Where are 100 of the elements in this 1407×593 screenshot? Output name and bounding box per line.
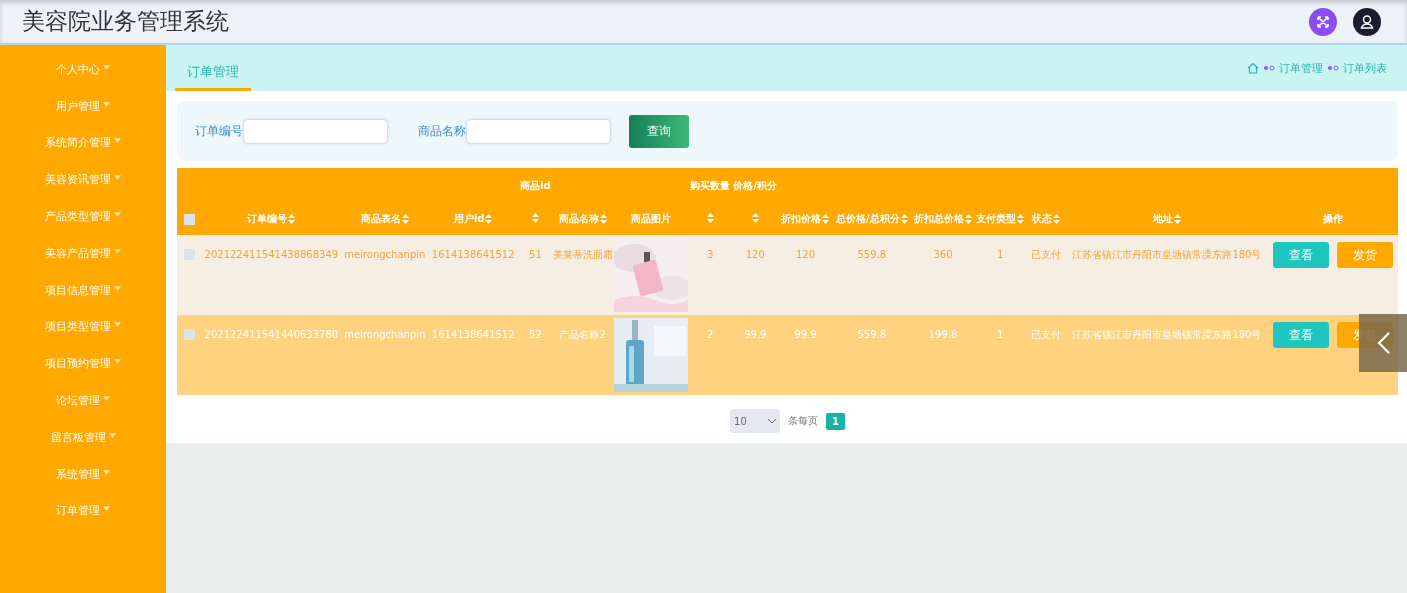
sort-icon[interactable] (965, 214, 973, 224)
column-header[interactable]: 支付类型 (976, 212, 1017, 226)
table-cell-text: 已支付 (1031, 328, 1062, 342)
action-button[interactable]: 查看 (1272, 322, 1329, 348)
table-cell-text: 江苏省镇江市丹阳市皇塘镇常溧东路180号 (1072, 248, 1262, 262)
sort-icon[interactable] (288, 214, 296, 224)
caret-icon (114, 212, 121, 218)
action-button[interactable]: 发货 (1336, 242, 1393, 268)
sort-icon[interactable] (599, 214, 607, 224)
table-row[interactable]: 202122411541438868349 meirongchanpin 1614138641512 51 美莱蒂洗面霜 3 120 120 559.8 360 1 已支付 江苏省镇江市丹阳市皇塘镇常溧东路180号 查看 发货 (177, 235, 1398, 315)
sidebar-item[interactable]: 美容产品管理 (0, 235, 166, 272)
column-header[interactable]: 商品图片 (630, 212, 671, 226)
separator-icon (1327, 65, 1339, 71)
separator-icon (1263, 65, 1275, 71)
sidebar-item[interactable]: 产品类型管理 (0, 198, 166, 235)
sort-icon[interactable] (706, 213, 714, 223)
fullscreen-icon[interactable] (1309, 7, 1337, 36)
column-header[interactable]: 折扣价格 (781, 212, 822, 226)
table-cell-text: 3 (706, 248, 714, 262)
sort-icon[interactable] (822, 214, 830, 224)
column-header[interactable]: 总价格/总积分 (835, 212, 900, 226)
table-cell-text: 199.8 (928, 328, 958, 342)
row-checkbox[interactable] (183, 329, 195, 340)
table-cell-text: 52 (529, 328, 542, 342)
sidebar-item[interactable]: 论坛管理 (0, 382, 166, 419)
column-header: 价格/积分 (733, 179, 778, 191)
column-header[interactable]: 地址 (1152, 212, 1173, 226)
column-header[interactable]: 折扣总价格 (914, 212, 965, 226)
sidebar-item[interactable]: 留言板管理 (0, 418, 166, 456)
sidebar-item[interactable]: 订单管理 (0, 492, 166, 530)
table-cell-text: 120 (795, 248, 816, 262)
sidebar-item[interactable]: 个人中心 (0, 51, 166, 88)
sidebar-item[interactable]: 美容资讯管理 (0, 161, 166, 199)
home-icon[interactable] (1247, 62, 1259, 74)
action-button[interactable]: 查看 (1272, 242, 1329, 268)
table-cell-text: 51 (529, 248, 542, 262)
column-header[interactable]: 商品表名 (360, 212, 401, 226)
breadcrumb-link[interactable]: 订单列表 (1343, 60, 1387, 76)
table-cell-text: 已支付 (1031, 248, 1062, 262)
input-field[interactable] (466, 118, 611, 144)
table-cell-text: meirongchanpin (344, 328, 426, 342)
row-checkbox[interactable] (183, 249, 195, 260)
sort-icon[interactable] (900, 214, 908, 224)
caret-icon (114, 322, 121, 328)
table-cell-text: 1 (997, 328, 1004, 342)
sort-icon[interactable] (1173, 214, 1181, 224)
table-cell-text: 202122411541440633780 (204, 328, 339, 342)
sort-icon[interactable] (1053, 214, 1061, 224)
caret-icon (114, 359, 121, 365)
sidebar-item[interactable]: 项目预约管理 (0, 345, 166, 383)
table-cell-text: 美莱蒂洗面霜 (552, 248, 613, 262)
sort-icon[interactable] (485, 214, 493, 224)
chevron-down-icon (768, 418, 776, 424)
column-header[interactable]: 商品名称 (558, 212, 599, 226)
breadcrumb-link[interactable]: 订单管理 (1279, 60, 1323, 76)
sort-icon[interactable] (751, 213, 759, 223)
sort-icon[interactable] (401, 214, 409, 224)
sidebar-item[interactable]: 用户管理 (0, 87, 166, 125)
input-field[interactable] (243, 118, 388, 144)
sort-icon[interactable] (531, 213, 539, 223)
select-all-checkbox[interactable] (183, 213, 195, 225)
sidebar-item[interactable]: 系统管理 (0, 455, 166, 493)
column-header[interactable]: 用户id (453, 212, 485, 226)
page-number[interactable]: 1 (826, 412, 845, 430)
caret-icon (103, 396, 110, 402)
table-cell-text: meirongchanpin (344, 248, 426, 262)
field-label: 商品名称 (418, 122, 466, 140)
table-cell-text: 1614138641512 (431, 328, 515, 342)
table-cell-text: 1 (997, 248, 1004, 262)
column-header: 购买数量 (690, 179, 731, 191)
caret-icon (114, 248, 121, 254)
table-cell-text: 江苏省镇江市丹阳市皇塘镇常溧东路180号 (1072, 328, 1262, 342)
table-cell-text: 99.9 (794, 328, 817, 342)
app-title: 美容院业务管理系统 (22, 7, 229, 36)
table-cell-text: 120 (745, 248, 765, 262)
column-header: 商品id (520, 179, 551, 191)
column-header[interactable]: 状态 (1032, 212, 1053, 226)
caret-icon (108, 432, 116, 438)
column-header[interactable]: 操作 (1322, 212, 1343, 226)
caret-icon (103, 469, 110, 475)
sidebar-item[interactable]: 项目类型管理 (0, 308, 166, 346)
page-size-label: 条每页 (788, 414, 818, 428)
table-cell-text: 202122411541438868349 (204, 248, 339, 262)
caret-icon (103, 101, 110, 107)
column-header[interactable]: 订单编号 (247, 212, 288, 226)
table-cell-text: 360 (933, 248, 953, 262)
field-label: 订单编号 (195, 122, 243, 140)
table-cell-text: 99.9 (744, 328, 767, 342)
table-cell-text: 产品名称2 (559, 328, 606, 342)
sidebar-item[interactable]: 系统简介管理 (0, 124, 166, 162)
user-avatar-icon[interactable] (1353, 7, 1381, 36)
page-size-select[interactable]: 10 (730, 409, 780, 433)
caret-icon (114, 175, 121, 181)
sort-icon[interactable] (1017, 214, 1025, 224)
caret-icon (114, 138, 121, 144)
sidebar-item[interactable]: 项目信息管理 (0, 271, 166, 309)
search-button[interactable]: 查询 (629, 114, 689, 148)
tab[interactable]: 订单管理 (175, 63, 251, 91)
table-cell-text: 2 (706, 328, 714, 342)
table-cell-text: 1614138641512 (431, 248, 515, 262)
